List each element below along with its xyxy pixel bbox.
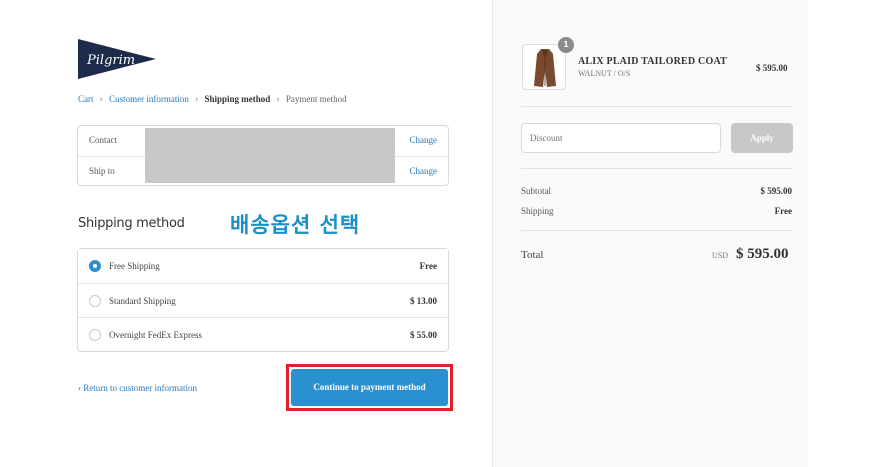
- product-name: ALIX PLAID TAILORED COAT: [578, 56, 727, 67]
- subtotal-value: $ 595.00: [760, 186, 793, 196]
- shipping-options: Free Shipping Free Standard Shipping $ 1…: [77, 248, 449, 352]
- brand-logo[interactable]: Pilgrim: [77, 37, 157, 81]
- radio-selected-icon[interactable]: [89, 260, 101, 272]
- shipping-option-label: Standard Shipping: [109, 296, 176, 306]
- page-margin: [808, 0, 870, 467]
- shipping-label: Shipping: [521, 206, 554, 216]
- shipping-option-label: Overnight FedEx Express: [109, 330, 202, 340]
- divider: [521, 106, 792, 107]
- total-label: Total: [521, 249, 544, 261]
- logo-text: Pilgrim: [86, 53, 135, 68]
- apply-discount-button[interactable]: Apply: [731, 123, 793, 153]
- shipping-option-overnight[interactable]: Overnight FedEx Express $ 55.00: [78, 317, 448, 351]
- continue-to-payment-button[interactable]: Continue to payment method: [291, 369, 448, 406]
- change-ship-to-link[interactable]: Change: [410, 166, 438, 176]
- breadcrumb: Cart › Customer information › Shipping metho…: [78, 94, 347, 105]
- return-to-customer-information-link[interactable]: ‹ Return to customer information: [78, 383, 197, 393]
- shipping-option-price: $ 13.00: [410, 296, 437, 306]
- chevron-right-icon: ›: [99, 95, 104, 105]
- shipping-option-price: $ 55.00: [410, 330, 437, 340]
- coat-icon: [534, 49, 556, 87]
- redacted-info-overlay: [145, 128, 395, 183]
- quantity-badge: 1: [558, 37, 574, 53]
- product-variant: WALNUT / O/S: [578, 69, 631, 78]
- chevron-right-icon: ›: [194, 95, 199, 105]
- annotation-text: 배송옵션 선택: [230, 213, 361, 237]
- product-thumbnail: [522, 44, 566, 90]
- discount-input[interactable]: [521, 123, 721, 153]
- change-contact-link[interactable]: Change: [410, 135, 438, 145]
- breadcrumb-customer-information[interactable]: Customer information: [109, 94, 189, 104]
- ship-to-label: Ship to: [89, 166, 115, 176]
- divider: [521, 168, 792, 169]
- breadcrumb-payment-method: Payment method: [285, 94, 347, 104]
- contact-label: Contact: [89, 135, 117, 145]
- shipping-option-free[interactable]: Free Shipping Free: [78, 249, 448, 283]
- shipping-option-standard[interactable]: Standard Shipping $ 13.00: [78, 283, 448, 317]
- shipping-option-label: Free Shipping: [109, 261, 160, 271]
- breadcrumb-shipping-method: Shipping method: [204, 94, 271, 104]
- breadcrumb-cart[interactable]: Cart: [78, 94, 94, 104]
- shipping-method-title: Shipping method: [78, 216, 185, 231]
- product-price: $ 595.00: [756, 63, 788, 73]
- shipping-option-price: Free: [419, 261, 437, 271]
- chevron-right-icon: ›: [276, 95, 280, 105]
- divider: [521, 230, 792, 231]
- pennant-logo-icon: Pilgrim: [78, 39, 156, 79]
- shipping-value: Free: [774, 206, 792, 216]
- subtotal-label: Subtotal: [521, 186, 552, 196]
- currency-code: USD: [712, 251, 729, 260]
- total-value: $ 595.00: [736, 246, 789, 262]
- radio-unselected-icon[interactable]: [89, 329, 101, 341]
- radio-unselected-icon[interactable]: [89, 295, 101, 307]
